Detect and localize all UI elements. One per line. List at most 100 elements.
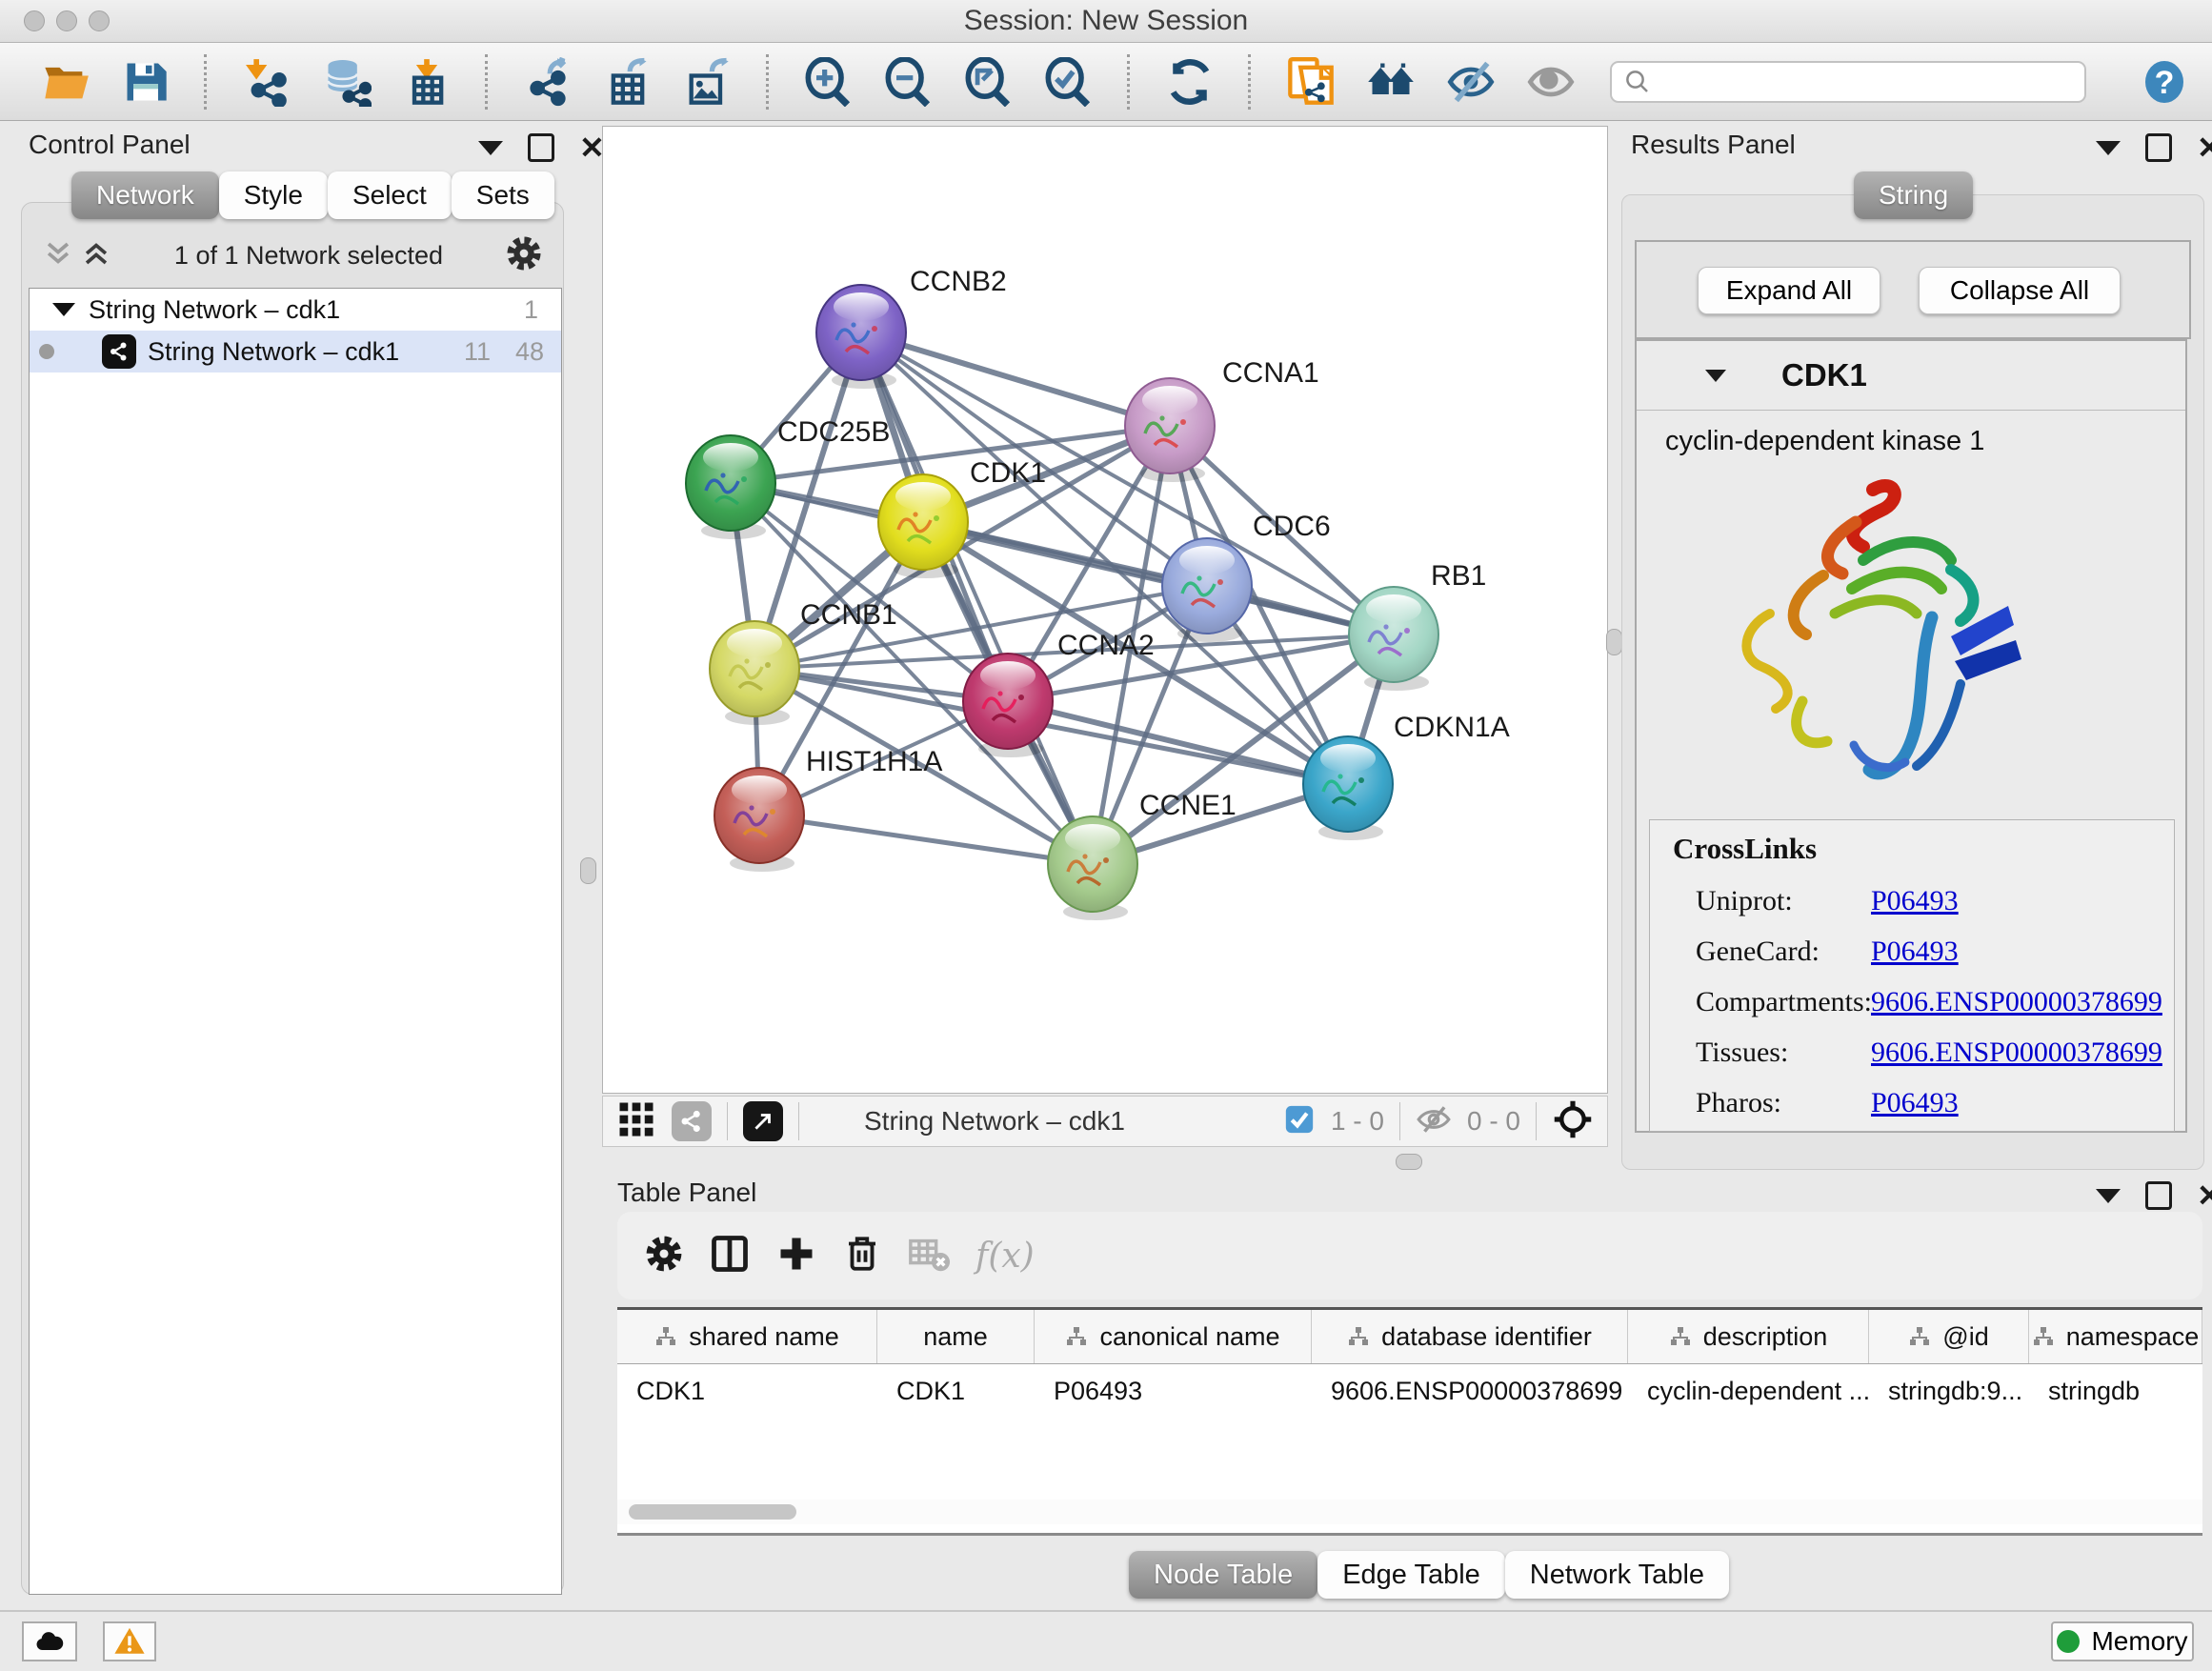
zoom-selected-icon[interactable]	[1043, 56, 1095, 108]
selected-checkbox-icon[interactable]	[1283, 1103, 1316, 1140]
crosslink-link[interactable]: 9606.ENSP00000378699	[1871, 1037, 2162, 1069]
memory-status-dot	[2057, 1630, 2080, 1653]
network-node-CDC25B[interactable]	[686, 435, 775, 539]
tab-style[interactable]: Style	[219, 171, 328, 219]
close-panel-icon[interactable]: ✕	[2197, 136, 2212, 159]
export-image-icon[interactable]	[682, 56, 734, 108]
cloud-status-button[interactable]	[22, 1621, 77, 1661]
close-panel-icon[interactable]: ✕	[2197, 1184, 2212, 1207]
network-node-CCNA1[interactable]	[1125, 378, 1215, 482]
import-network-from-database-icon[interactable]	[321, 56, 372, 108]
column-header-label: shared name	[689, 1322, 839, 1352]
warnings-button[interactable]	[103, 1621, 156, 1661]
column-header-canonical-name[interactable]: canonical name	[1035, 1310, 1312, 1363]
hide-results-panel-icon[interactable]	[1445, 56, 1497, 108]
copy-network-icon[interactable]	[1285, 56, 1337, 108]
network-row-selected[interactable]: String Network – cdk1 11 48	[30, 331, 561, 372]
tab-node-table[interactable]: Node Table	[1129, 1551, 1317, 1599]
section-expander-icon[interactable]	[1705, 370, 1726, 382]
tab-network[interactable]: Network	[71, 171, 219, 219]
network-node-CCNB2[interactable]	[816, 285, 906, 389]
crosslink-link[interactable]: P06493	[1871, 885, 1959, 917]
table-cell[interactable]: stringdb	[2029, 1364, 2202, 1418]
zoom-out-icon[interactable]	[883, 56, 935, 108]
maximize-panel-icon[interactable]	[528, 133, 554, 162]
network-canvas[interactable]: CCNB2CCNA1CDC25BCDK1CDC6RB1CCNB1CCNA2CDK…	[602, 126, 1608, 1094]
fit-selection-crosshair-icon[interactable]	[1552, 1098, 1594, 1145]
network-edge-CCNB2-CCNE1[interactable]	[861, 332, 1093, 864]
help-icon[interactable]: ?	[2142, 59, 2187, 105]
close-panel-icon[interactable]: ✕	[579, 136, 605, 159]
column-header-namespace[interactable]: namespace	[2029, 1310, 2202, 1363]
search-box[interactable]	[1610, 61, 2086, 103]
tab-network-table[interactable]: Network Table	[1505, 1551, 1729, 1599]
refresh-view-icon[interactable]	[1164, 56, 1216, 108]
column-header-shared-name[interactable]: shared name	[617, 1310, 877, 1363]
collapse-all-networks-icon[interactable]	[42, 237, 74, 274]
zoom-in-icon[interactable]	[803, 56, 855, 108]
table-options-gear-icon[interactable]	[644, 1234, 684, 1278]
collapse-all-button[interactable]: Collapse All	[1919, 267, 2121, 314]
column-header-description[interactable]: description	[1628, 1310, 1869, 1363]
float-panel-icon[interactable]	[2096, 141, 2121, 155]
crosslink-link[interactable]: 9606.ENSP00000378699	[1871, 986, 2162, 1018]
import-network-from-file-icon[interactable]	[241, 56, 292, 108]
network-node-RB1[interactable]	[1349, 587, 1438, 691]
network-edge-CCNB2-CCNA1[interactable]	[861, 332, 1170, 426]
network-options-gear-icon[interactable]	[505, 234, 543, 277]
table-cell[interactable]: cyclin-dependent ...	[1628, 1364, 1869, 1418]
show-grid-icon[interactable]	[616, 1099, 656, 1144]
float-panel-icon[interactable]	[478, 141, 503, 155]
column-header-database-identifier[interactable]: database identifier	[1312, 1310, 1628, 1363]
zoom-fit-content-icon[interactable]	[963, 56, 1015, 108]
network-collection-row[interactable]: String Network – cdk1 1	[30, 289, 561, 331]
tab-select[interactable]: Select	[328, 171, 452, 219]
network-status-dot	[39, 344, 54, 359]
add-column-icon[interactable]	[775, 1233, 817, 1279]
table-cell[interactable]: CDK1	[877, 1364, 1035, 1418]
hidden-nodes-edges-count: 0 - 0	[1467, 1106, 1520, 1137]
network-node-CCNE1[interactable]	[1048, 816, 1137, 920]
table-horizontal-scrollbar[interactable]	[617, 1500, 2202, 1524]
home-icon[interactable]	[1365, 56, 1417, 108]
protein-section-header[interactable]: CDK1	[1637, 341, 2185, 411]
maximize-panel-icon[interactable]	[2145, 1181, 2172, 1210]
collection-expander-icon[interactable]	[52, 303, 75, 316]
expand-all-networks-icon[interactable]	[80, 237, 112, 274]
open-in-new-window-icon[interactable]	[743, 1101, 783, 1141]
column-header-name[interactable]: name	[877, 1310, 1035, 1363]
float-panel-icon[interactable]	[2096, 1189, 2121, 1203]
table-row[interactable]: CDK1CDK1P064939606.ENSP00000378699cyclin…	[617, 1364, 2202, 1418]
crosslink-link[interactable]: P06493	[1871, 936, 1959, 968]
search-input[interactable]	[1652, 66, 2065, 97]
export-table-icon[interactable]	[602, 56, 654, 108]
tab-edge-table[interactable]: Edge Table	[1317, 1551, 1505, 1599]
delete-column-trash-icon[interactable]	[842, 1234, 882, 1278]
open-session-icon[interactable]	[40, 56, 91, 108]
memory-button[interactable]: Memory	[2051, 1621, 2194, 1661]
horizontal-splitter-handle[interactable]	[1396, 1154, 1422, 1170]
network-node-CDKN1A[interactable]	[1303, 736, 1393, 840]
network-node-HIST1H1A[interactable]	[714, 768, 804, 872]
table-cell[interactable]: P06493	[1035, 1364, 1312, 1418]
maximize-panel-icon[interactable]	[2145, 133, 2172, 162]
left-splitter-handle[interactable]	[580, 857, 596, 884]
table-cell[interactable]: stringdb:9...	[1869, 1364, 2029, 1418]
expand-all-button[interactable]: Expand All	[1698, 267, 1880, 314]
save-session-icon[interactable]	[120, 56, 171, 108]
export-network-icon[interactable]	[522, 56, 573, 108]
import-table-from-file-icon[interactable]	[401, 56, 452, 108]
network-node-CCNB1[interactable]	[710, 621, 799, 725]
tab-sets[interactable]: Sets	[452, 171, 554, 219]
column-header-@id[interactable]: @id	[1869, 1310, 2029, 1363]
show-columns-icon[interactable]	[709, 1233, 751, 1279]
crosslink-link[interactable]: P06493	[1871, 1087, 1959, 1119]
network-edge-HIST1H1A-CCNE1[interactable]	[759, 815, 1093, 864]
table-cell[interactable]: CDK1	[617, 1364, 877, 1418]
scrollbar-thumb[interactable]	[629, 1504, 796, 1520]
table-cell[interactable]: 9606.ENSP00000378699	[1312, 1364, 1628, 1418]
tab-string[interactable]: String	[1854, 171, 1973, 219]
crosslink-row: GeneCard: P06493	[1650, 926, 2174, 976]
network-view-toolbar: String Network – cdk1 1 - 0 0 - 0	[602, 1096, 1608, 1147]
network-graph[interactable]: CCNB2CCNA1CDC25BCDK1CDC6RB1CCNB1CCNA2CDK…	[603, 127, 1607, 1093]
